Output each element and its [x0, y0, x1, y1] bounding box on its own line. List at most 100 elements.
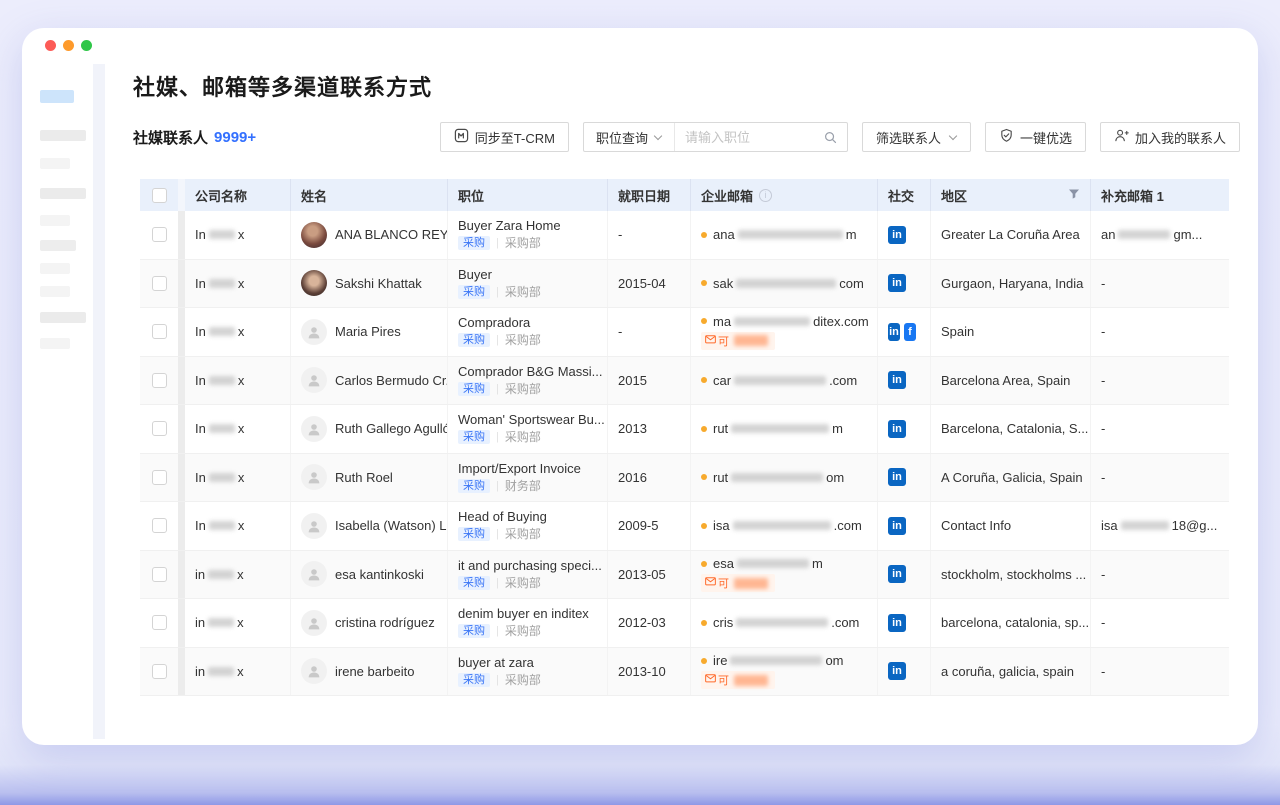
select-all-checkbox[interactable] [152, 188, 167, 203]
app-window: 社媒、邮箱等多渠道联系方式 社媒联系人 9999+ 同步至T-CRM [22, 28, 1258, 745]
sync-to-crm-button[interactable]: 同步至T-CRM [440, 122, 569, 152]
scrollbar-strip[interactable] [178, 454, 185, 502]
row-checkbox[interactable] [152, 664, 167, 679]
social-cell: in [878, 454, 931, 502]
position-query-dropdown[interactable]: 职位查询 [584, 123, 675, 151]
name-cell: esa kantinkoski [291, 551, 448, 599]
email-status-dot [701, 318, 707, 324]
row-checkbox[interactable] [152, 324, 167, 339]
row-checkbox[interactable] [152, 518, 167, 533]
contact-count-label: 社媒联系人 [133, 127, 208, 148]
sidebar-item[interactable] [40, 90, 74, 103]
scrollbar-strip[interactable] [178, 551, 185, 599]
email-prefix: car [713, 373, 731, 388]
sidebar-item[interactable] [40, 158, 70, 169]
redacted-text [209, 424, 235, 433]
header-company-email-label: 企业邮箱 [701, 186, 753, 205]
sidebar-item[interactable] [40, 338, 70, 349]
contact-name: Sakshi Khattak [335, 276, 422, 291]
linkedin-icon[interactable]: in [888, 565, 906, 583]
sidebar-item[interactable] [40, 130, 86, 141]
position-title: Woman' Sportswear Bu... [458, 413, 605, 427]
envelope-icon [705, 674, 716, 686]
position-search-input[interactable] [675, 130, 815, 145]
email-status-dot [701, 426, 707, 432]
linkedin-icon[interactable]: in [888, 468, 906, 486]
company-name-prefix: in [195, 664, 205, 679]
scrollbar-strip[interactable] [178, 502, 185, 550]
redacted-text [209, 376, 235, 385]
info-icon[interactable]: i [759, 189, 772, 202]
avatar [301, 367, 327, 393]
scrollbar-strip[interactable] [178, 599, 185, 647]
email-line: ireom [701, 653, 844, 668]
scrollbar-strip[interactable] [178, 308, 185, 356]
scrollbar-strip[interactable] [178, 405, 185, 453]
filter-contacts-button[interactable]: 筛选联系人 [862, 122, 971, 152]
sidebar-item[interactable] [40, 240, 76, 251]
row-checkbox[interactable] [152, 373, 167, 388]
company-cell: inx [185, 648, 291, 696]
sidebar-item[interactable] [40, 286, 70, 297]
extra-email-prefix: an [1101, 227, 1115, 242]
row-select-cell [140, 551, 178, 599]
filter-funnel-icon[interactable] [1068, 188, 1080, 203]
company-name-prefix: In [195, 373, 206, 388]
role-tag: 采购 [458, 333, 490, 347]
email-suffix: ditex.com [813, 314, 869, 329]
linkedin-icon[interactable]: in [888, 517, 906, 535]
linkedin-icon[interactable]: in [888, 274, 906, 292]
scrollbar-strip[interactable] [178, 648, 185, 696]
row-select-cell [140, 502, 178, 550]
extra-email-cell: isa18@g... [1091, 502, 1229, 550]
row-select-cell [140, 260, 178, 308]
role-tag: 采购 [458, 673, 490, 687]
role-tag: 采购 [458, 479, 490, 493]
row-checkbox[interactable] [152, 567, 167, 582]
contact-name: Ruth Gallego Agulló [335, 421, 448, 436]
name-cell: Ruth Roel [291, 454, 448, 502]
scrollbar-strip[interactable] [178, 211, 185, 259]
company-name-prefix: In [195, 518, 206, 533]
search-icon[interactable] [823, 130, 838, 150]
linkedin-icon[interactable]: in [888, 420, 906, 438]
table-row: InxANA BLANCO REYBuyer Zara Home采购|采购部-a… [140, 211, 1229, 260]
email-status-dot [701, 232, 707, 238]
start-date-cell: 2013-10 [608, 648, 691, 696]
email-line: rutm [701, 421, 843, 436]
facebook-icon[interactable]: f [904, 323, 916, 341]
email-cell: ireom可 [691, 648, 878, 696]
scrollbar-strip[interactable] [178, 260, 185, 308]
linkedin-icon[interactable]: in [888, 662, 906, 680]
scrollbar-strip[interactable] [178, 357, 185, 405]
tag-divider: | [496, 577, 499, 589]
row-checkbox[interactable] [152, 615, 167, 630]
role-tag: 采购 [458, 576, 490, 590]
sidebar-item[interactable] [40, 215, 70, 226]
company-cell: inx [185, 551, 291, 599]
row-checkbox[interactable] [152, 227, 167, 242]
one-click-select-button[interactable]: 一键优选 [985, 122, 1086, 152]
table-row: InxMaria PiresCompradora采购|采购部-maditex.c… [140, 308, 1229, 357]
email-suffix: m [812, 556, 823, 571]
row-checkbox[interactable] [152, 470, 167, 485]
social-cell: inf [878, 308, 931, 356]
main-content: 社媒、邮箱等多渠道联系方式 社媒联系人 9999+ 同步至T-CRM [133, 28, 1240, 745]
email-cell: car.com [691, 357, 878, 405]
contact-name: esa kantinkoski [335, 567, 424, 582]
linkedin-icon[interactable]: in [888, 323, 900, 341]
linkedin-icon[interactable]: in [888, 371, 906, 389]
row-checkbox[interactable] [152, 421, 167, 436]
position-tags: 采购|采购部 [458, 624, 541, 638]
email-cell: rutom [691, 454, 878, 502]
add-to-my-contacts-button[interactable]: 加入我的联系人 [1100, 122, 1240, 152]
scrollbar-strip[interactable] [178, 179, 185, 211]
sidebar-item[interactable] [40, 188, 86, 199]
row-checkbox[interactable] [152, 276, 167, 291]
sidebar-item[interactable] [40, 263, 70, 274]
linkedin-icon[interactable]: in [888, 226, 906, 244]
email-line: isa.com [701, 518, 862, 533]
sidebar-item[interactable] [40, 312, 86, 323]
avatar [301, 319, 327, 345]
linkedin-icon[interactable]: in [888, 614, 906, 632]
